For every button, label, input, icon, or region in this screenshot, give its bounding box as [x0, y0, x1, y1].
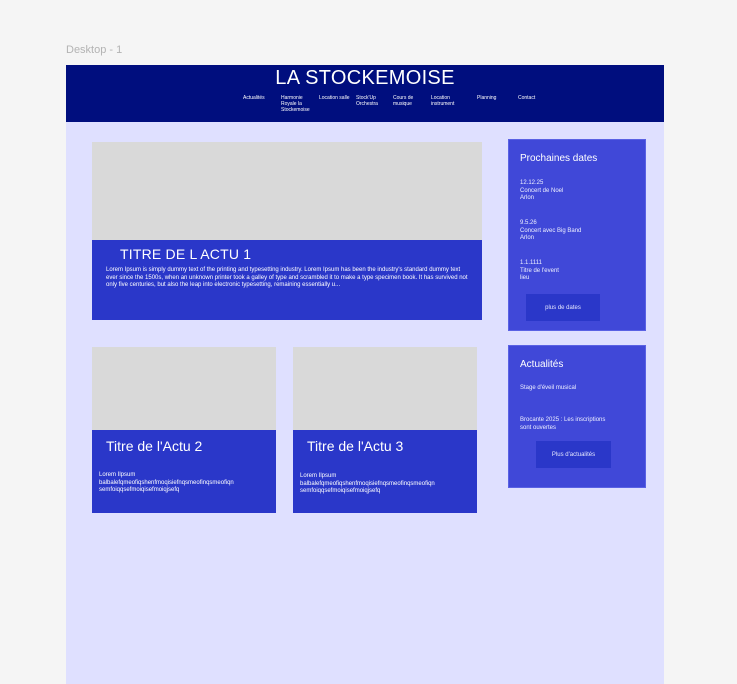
frame-label: Desktop - 1: [66, 44, 123, 56]
featured-news-text: Lorem Ipsum is simply dummy text of the …: [106, 267, 468, 289]
news-panel: Actualités Stage d'éveil musical Brocant…: [508, 345, 646, 488]
nav-item-location-salle[interactable]: Location salle: [319, 95, 350, 101]
news-card-2-text: Lorem Ilpsum balbalefqmeofiqshenfmoqisie…: [99, 472, 234, 494]
news-card-3-title[interactable]: Titre de l'Actu 3: [307, 438, 403, 454]
news-panel-heading: Actualités: [520, 359, 564, 370]
news-card-3-image: [293, 347, 477, 430]
nav-item-actualites[interactable]: Actualités: [243, 95, 265, 101]
desktop-frame: LA STOCKEMOISE Actualités Harmonie Royal…: [66, 65, 664, 684]
news-entry-2[interactable]: Brocante 2025 : Les inscriptions sont ou…: [520, 417, 640, 432]
news-entry-1[interactable]: Stage d'éveil musical: [520, 385, 640, 393]
nav-item-stockup-orchestra[interactable]: Stock'Up Orchestra: [356, 95, 378, 107]
nav-item-location-instrument[interactable]: Location instrument: [431, 95, 454, 107]
featured-news-image: [92, 142, 482, 240]
more-dates-button[interactable]: plus de dates: [526, 294, 600, 321]
news-card-2-title[interactable]: Titre de l'Actu 2: [106, 438, 202, 454]
news-card-2[interactable]: Titre de l'Actu 2 Lorem Ilpsum balbalefq…: [92, 347, 276, 513]
nav-item-cours-de-musique[interactable]: Cours de musique: [393, 95, 413, 107]
date-entry-2[interactable]: 9.5.26 Concert avec Big Band Arlon: [520, 220, 640, 243]
news-card-2-image: [92, 347, 276, 430]
nav-item-harmonie[interactable]: Harmonie Royale la Stockemoise: [281, 95, 310, 113]
more-news-button[interactable]: Plus d'actualités: [536, 441, 611, 468]
nav-item-contact[interactable]: Contact: [518, 95, 535, 101]
featured-news-title[interactable]: TITRE DE L ACTU 1: [120, 246, 251, 262]
upcoming-dates-heading: Prochaines dates: [520, 153, 598, 164]
news-card-3-text: Lorem Ilpsum balbalefqmeofiqshenfmoqisie…: [300, 473, 435, 495]
site-header: LA STOCKEMOISE Actualités Harmonie Royal…: [66, 65, 664, 122]
date-entry-1[interactable]: 12.12.25 Concert de Noel Arlon: [520, 180, 640, 203]
news-card-3[interactable]: Titre de l'Actu 3 Lorem Ilpsum balbalefq…: [293, 347, 477, 513]
date-entry-3[interactable]: 1.1.1111 Titre de l'event lieu: [520, 260, 640, 283]
site-title[interactable]: LA STOCKEMOISE: [66, 66, 664, 90]
featured-news-card[interactable]: TITRE DE L ACTU 1 Lorem Ipsum is simply …: [92, 142, 482, 320]
nav-item-planning[interactable]: Planning: [477, 95, 496, 101]
upcoming-dates-panel: Prochaines dates 12.12.25 Concert de Noe…: [508, 139, 646, 331]
